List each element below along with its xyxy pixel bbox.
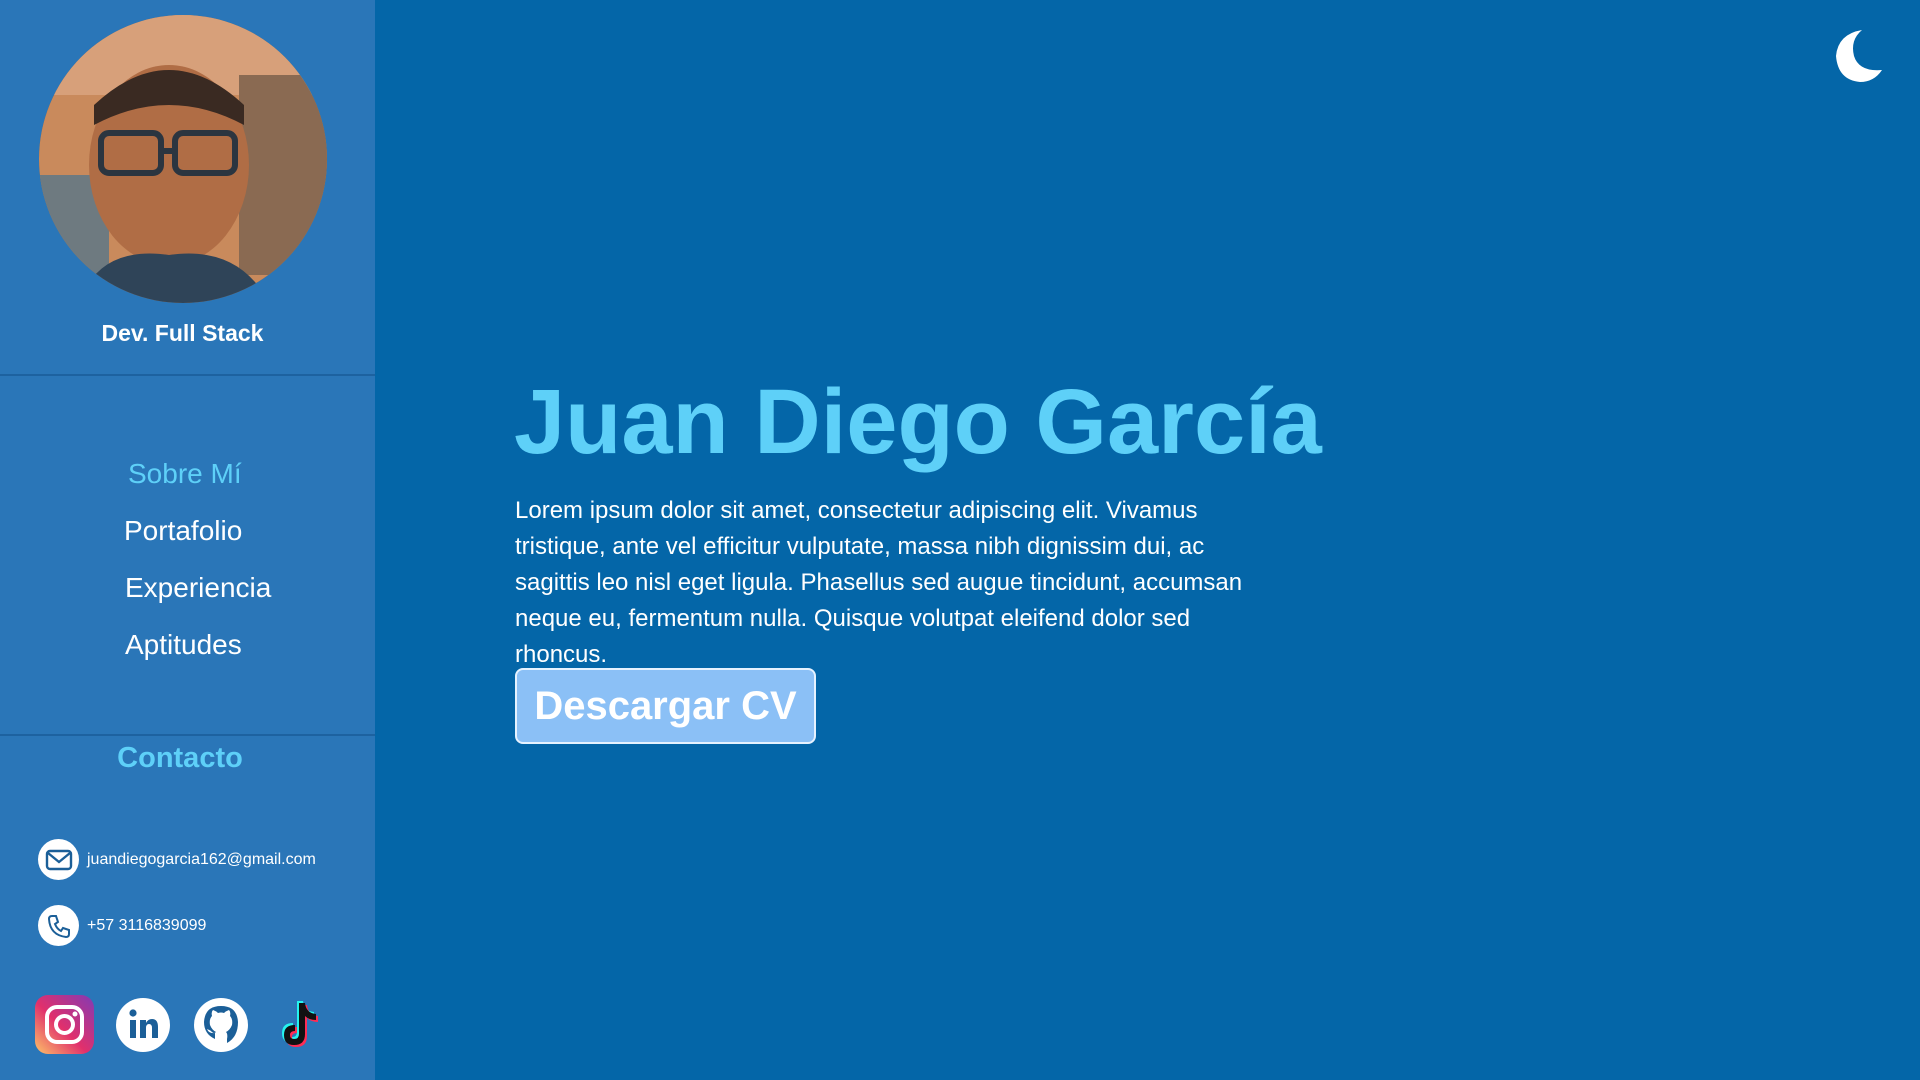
contact-phone-row[interactable]: +57 3116839099 — [38, 905, 206, 946]
hero-description: Lorem ipsum dolor sit amet, consectetur … — [515, 497, 1243, 668]
github-icon[interactable] — [191, 995, 250, 1054]
profile-role: Dev. Full Stack — [101, 320, 264, 346]
hero-name: Juan Diego García — [514, 371, 1322, 473]
contact-email-row[interactable]: juandiegogarcia162@gmail.com — [38, 839, 316, 880]
contact-title: Contacto — [117, 742, 243, 774]
main-nav: Sobre Mí Portafolio Experiencia Aptitude… — [0, 378, 375, 736]
linkedin-icon[interactable] — [113, 995, 172, 1054]
tiktok-icon[interactable] — [269, 995, 328, 1054]
nav-item-sobre-mi[interactable]: Sobre Mí — [128, 458, 242, 490]
contact-phone[interactable]: +57 3116839099 — [87, 917, 206, 935]
social-links — [35, 995, 328, 1054]
profile-photo-icon — [39, 15, 327, 303]
sidebar: Dev. Full Stack Sobre Mí Portafolio Expe… — [0, 0, 375, 1080]
mail-icon — [38, 839, 79, 880]
avatar — [39, 15, 327, 303]
nav-item-experiencia[interactable]: Experiencia — [125, 572, 271, 604]
profile-section: Dev. Full Stack — [0, 0, 375, 376]
instagram-icon[interactable] — [35, 995, 94, 1054]
contact-email[interactable]: juandiegogarcia162@gmail.com — [87, 851, 316, 869]
phone-icon — [38, 905, 79, 946]
nav-item-portafolio[interactable]: Portafolio — [124, 515, 242, 547]
download-cv-button[interactable]: Descargar CV — [515, 668, 816, 744]
moon-icon[interactable] — [1832, 26, 1892, 86]
nav-item-aptitudes[interactable]: Aptitudes — [125, 629, 242, 661]
